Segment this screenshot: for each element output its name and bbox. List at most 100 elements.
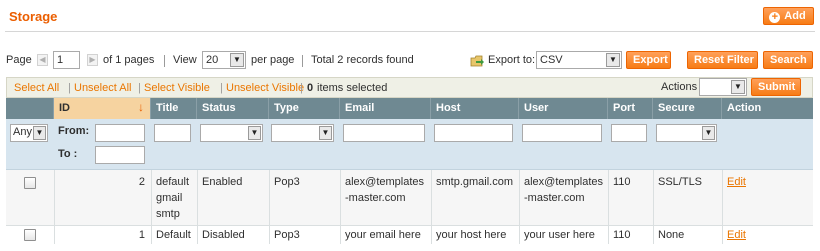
select-all-link[interactable]: Select All (14, 82, 59, 94)
export-icon (470, 55, 484, 67)
table-row[interactable]: 1 Default Disabled Pop3 your email here … (6, 226, 813, 244)
sort-desc-icon: ↓ (138, 100, 144, 114)
column-divider (54, 170, 55, 244)
row-host: smtp.gmail.com (436, 176, 514, 188)
column-header-type[interactable]: Type (269, 98, 340, 119)
page-size-value: 20 (206, 54, 219, 66)
edit-link[interactable]: Edit (727, 229, 746, 241)
filter-row: Any ▼ From: To : ▼ ▼ ▼ (6, 119, 813, 170)
user-filter-input[interactable] (522, 124, 602, 142)
page-number-input[interactable]: 1 (53, 51, 80, 69)
row-user: your user here (524, 229, 595, 241)
column-header-secure[interactable]: Secure (653, 98, 722, 119)
column-divider (608, 170, 609, 244)
total-pages-text: of 1 pages (103, 54, 155, 66)
column-header-id[interactable]: ID ↓ (54, 98, 151, 119)
add-button-label: Add (784, 10, 806, 22)
host-filter-input[interactable] (434, 124, 513, 142)
view-label: View (173, 54, 197, 66)
submit-button[interactable]: Submit (751, 78, 801, 96)
row-title: default gmail smtp (156, 176, 190, 220)
id-to-input[interactable] (95, 146, 145, 164)
export-label: Export to: (488, 54, 536, 66)
mass-select-filter[interactable]: Any ▼ (10, 124, 48, 142)
column-header-select (6, 98, 54, 119)
chevron-down-icon: ▼ (731, 80, 745, 94)
prev-page-icon[interactable]: ◀ (37, 54, 48, 66)
row-type: Pop3 (274, 229, 300, 241)
id-from-label: From: (58, 125, 90, 137)
actions-label: Actions (661, 81, 698, 93)
email-filter-input[interactable] (343, 124, 425, 142)
unselect-all-link[interactable]: Unselect All (74, 82, 131, 94)
row-email: alex@templates-master.com (345, 176, 425, 204)
pager-separator (302, 55, 303, 67)
id-to-label: To : (58, 148, 78, 160)
column-divider (340, 170, 341, 244)
chevron-down-icon: ▼ (319, 126, 332, 140)
row-port: 110 (613, 176, 631, 188)
column-divider (653, 170, 654, 244)
page-label: Page (6, 54, 32, 66)
storage-grid: ID ↓ Title Status Type Email Host User Po… (6, 98, 813, 244)
chevron-down-icon: ▼ (606, 53, 620, 67)
chevron-down-icon: ▼ (702, 126, 715, 140)
row-id: 2 (138, 176, 145, 188)
column-header-title[interactable]: Title (151, 98, 197, 119)
secure-filter-select[interactable]: ▼ (656, 124, 717, 142)
column-header-user[interactable]: User (519, 98, 608, 119)
status-filter-select[interactable]: ▼ (200, 124, 263, 142)
column-header-host[interactable]: Host (431, 98, 519, 119)
chevron-down-icon: ▼ (230, 53, 244, 67)
selected-count: 0 (307, 82, 314, 94)
row-email: your email here (345, 229, 421, 241)
column-divider (431, 170, 432, 244)
column-divider (151, 170, 152, 244)
export-format-select[interactable]: CSV ▼ (536, 51, 622, 69)
edit-link[interactable]: Edit (727, 176, 746, 188)
search-button[interactable]: Search (763, 51, 813, 69)
title-filter-input[interactable] (154, 124, 191, 142)
id-from-input[interactable] (95, 124, 145, 142)
unselect-visible-link[interactable]: Unselect Visible (226, 82, 304, 94)
column-header-port[interactable]: Port (608, 98, 653, 119)
row-checkbox[interactable] (24, 229, 36, 241)
plus-icon: + (769, 12, 781, 23)
row-port: 110 (613, 229, 631, 241)
type-filter-select[interactable]: ▼ (271, 124, 334, 142)
row-type: Pop3 (274, 176, 300, 188)
column-header-action: Action (722, 98, 813, 119)
row-host: your host here (436, 229, 507, 241)
header-divider (5, 31, 815, 32)
table-row[interactable]: 2 default gmail smtp Enabled Pop3 alex@t… (6, 170, 813, 225)
column-divider (197, 170, 198, 244)
export-button[interactable]: Export (626, 51, 671, 69)
export-format-value: CSV (540, 54, 563, 66)
mass-select-value: Any (13, 126, 32, 138)
link-separator: | (300, 82, 303, 94)
row-checkbox[interactable] (24, 177, 36, 189)
row-status: Enabled (202, 176, 243, 188)
massaction-bar: Select All | Unselect All | Select Visib… (6, 77, 813, 98)
reset-filter-button[interactable]: Reset Filter (687, 51, 758, 69)
chevron-down-icon: ▼ (33, 126, 46, 140)
total-records-text: Total 2 records found (311, 54, 414, 66)
row-status: Disabled (202, 229, 245, 241)
port-filter-input[interactable] (611, 124, 647, 142)
column-header-status[interactable]: Status (197, 98, 269, 119)
select-visible-link[interactable]: Select Visible (144, 82, 210, 94)
next-page-icon[interactable]: ▶ (87, 54, 98, 66)
page-title: Storage (9, 9, 58, 24)
add-button[interactable]: + Add (763, 7, 814, 25)
pager-separator (164, 55, 165, 67)
column-divider (269, 170, 270, 244)
row-user: alex@templates-master.com (524, 176, 604, 204)
column-divider (519, 170, 520, 244)
actions-select[interactable]: ▼ (699, 78, 747, 96)
column-header-email[interactable]: Email (340, 98, 431, 119)
selected-count-label: items selected (317, 82, 388, 94)
page-size-select[interactable]: 20 ▼ (202, 51, 246, 69)
link-separator: | (68, 82, 71, 94)
chevron-down-icon: ▼ (248, 126, 261, 140)
column-divider (722, 170, 723, 244)
